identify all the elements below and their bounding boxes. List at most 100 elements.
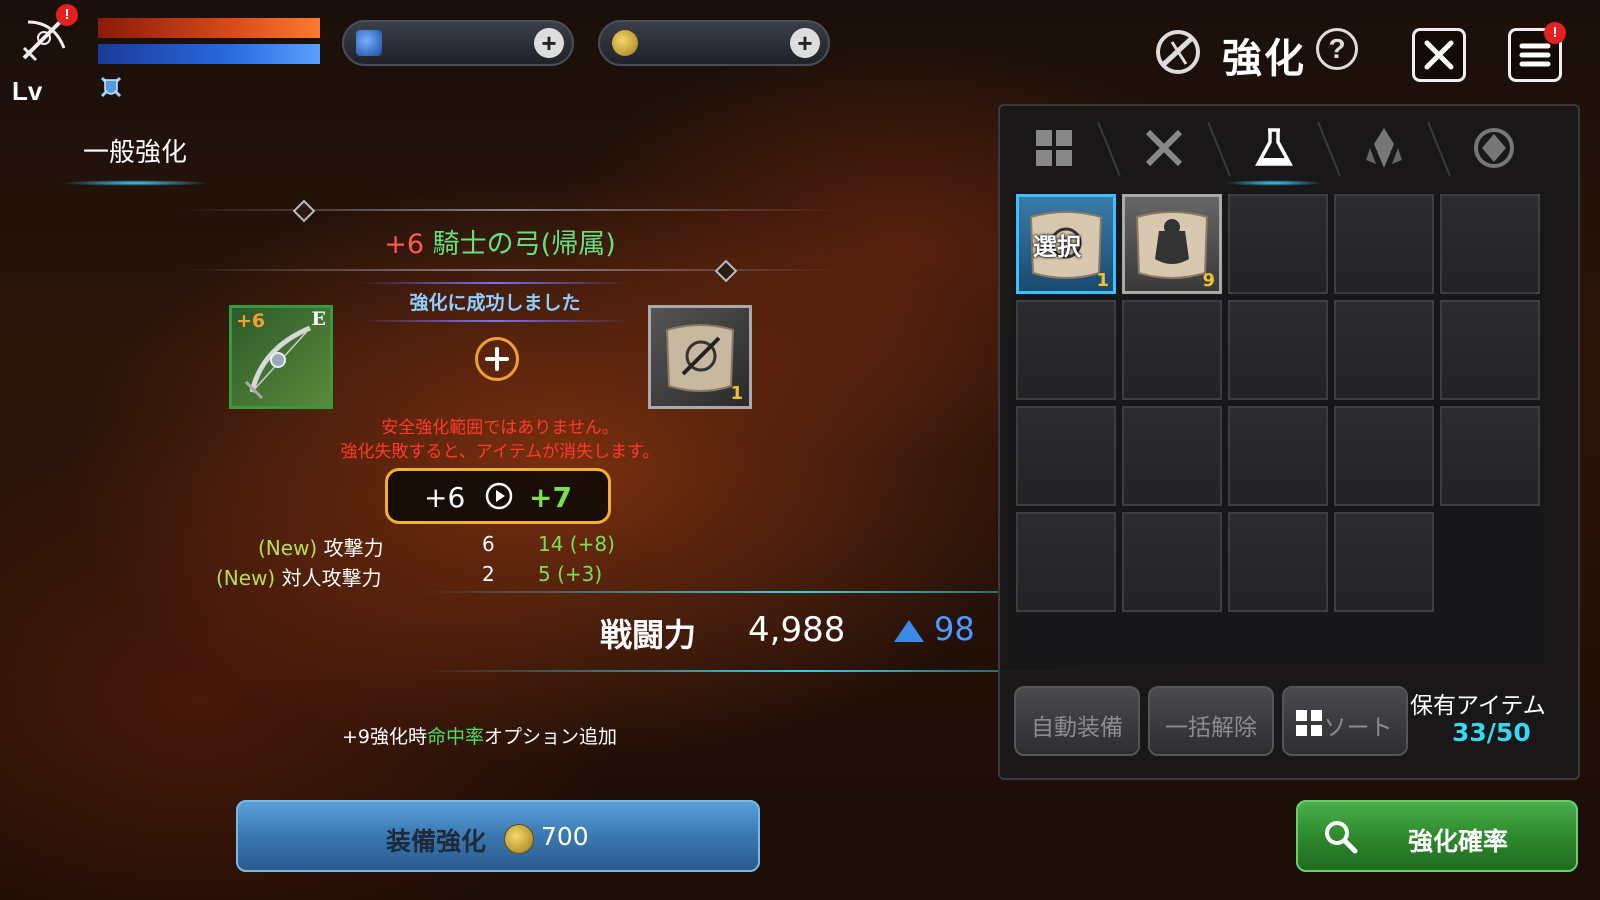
item-title: +6 騎士の弓(帰属) [300,222,700,261]
scroll-slot[interactable]: 1 [648,305,752,409]
divider [180,269,840,271]
auto-equip-button[interactable]: 自動装備 [1014,686,1140,756]
page-title: 強化 [1222,36,1306,82]
inventory-slot-empty[interactable] [1334,406,1434,506]
scroll-count: 1 [730,383,743,404]
sort-label: ソート [1323,715,1393,741]
inventory-slot-empty[interactable] [1440,300,1540,400]
gold-currency: + [598,20,830,66]
add-gold-button[interactable]: + [790,28,820,58]
inventory-slot-empty[interactable] [1334,512,1434,612]
item-level: +6 [384,229,425,260]
stat-name: 対人攻撃力 [281,566,382,590]
inventory-slot-empty[interactable] [1440,194,1540,294]
all-grid-icon[interactable] [1030,124,1078,172]
bonus-option-note: +9強化時命中率オプション追加 [342,722,617,749]
play-arrow-icon [485,482,513,510]
add-material-button[interactable] [475,337,519,381]
inventory-slot-empty[interactable] [1016,406,1116,506]
probability-label: 強化確率 [1408,827,1509,856]
increase-arrow-icon [894,620,924,642]
item-count: 9 [1202,270,1215,291]
inventory-slot-empty[interactable] [1016,512,1116,612]
crystal-icon[interactable] [1360,124,1408,172]
guild-shield-icon[interactable] [96,72,126,102]
bonus-suffix: オプション追加 [484,726,618,748]
bonus-highlight: 命中率 [427,726,485,748]
item-tag: 選択 [1033,233,1081,261]
enhance-title-icon [1150,24,1206,80]
combat-power-diff: 98 [934,610,975,648]
warning-line-2: 強化失敗すると、アイテムが消失します。 [340,442,660,462]
release-all-button[interactable]: 一括解除 [1148,686,1274,756]
inventory-slot-empty[interactable] [1334,194,1434,294]
level-to: +7 [529,481,572,514]
stat-next-value: 5 (+3) [538,562,603,586]
close-button[interactable] [1412,28,1466,82]
tab-separator [1097,121,1121,177]
help-button[interactable]: ? [1316,28,1358,70]
divider [180,209,840,211]
stat-new-tag: (New) [258,536,318,560]
stat-base-value: 2 [482,562,495,586]
search-icon [1325,821,1358,854]
inventory-slot-empty[interactable] [1228,512,1328,612]
tab-active-indicator [1224,180,1324,186]
gem-currency: + [342,20,574,66]
enhance-button-label: 装備強化 [386,827,487,856]
inventory-slot-empty[interactable] [1228,194,1328,294]
stat-base-value: 6 [482,532,495,556]
inventory-slot-empty[interactable] [1122,406,1222,506]
inventory-slot-empty[interactable] [1440,406,1540,506]
bonus-prefix: +9強化時 [342,726,428,748]
item-name: 騎士の弓(帰属) [432,229,616,260]
held-items-label: 保有アイテム [1410,693,1546,719]
item-count: 1 [1096,270,1109,291]
potion-icon[interactable] [1250,124,1298,172]
inventory-grid: 選択 1 9 [1012,192,1544,658]
menu-alert-badge: ! [1544,22,1566,44]
profile-alert-badge: ! [56,4,78,26]
divider-ornament [292,199,316,223]
inventory-slot[interactable]: 9 [1122,194,1222,294]
inventory-slot-empty[interactable] [1228,406,1328,506]
add-gem-button[interactable]: + [534,28,564,58]
tab-separator [1207,121,1231,177]
tab-active-indicator [60,180,210,186]
level-label: Lv [12,76,43,106]
divider-ornament [714,259,738,283]
sort-button[interactable]: ソート [1282,686,1408,756]
stat-row: (New) 攻撃力 [258,532,384,561]
mp-bar [98,44,320,64]
emblem-icon[interactable] [1470,124,1518,172]
held-items-count: 33/50 [1452,718,1531,747]
success-top-line [360,282,630,284]
success-bottom-line [360,320,630,322]
inventory-slot-empty[interactable] [1334,300,1434,400]
inventory-slot-empty[interactable] [1122,300,1222,400]
plus-icon [485,347,509,371]
warning-text: 安全強化範囲ではありません。 強化失敗すると、アイテムが消失します。 [260,416,740,464]
close-icon [1424,40,1454,70]
enhance-probability-button[interactable]: 強化確率 [1296,800,1578,872]
enhance-equipment-button[interactable]: 装備強化 700 [236,800,760,872]
inventory-slot[interactable]: 選択 1 [1016,194,1116,294]
blue-gem-icon [356,30,382,56]
success-message: 強化に成功しました [409,292,581,314]
inventory-slot-empty[interactable] [1122,512,1222,612]
stat-next-value: 14 (+8) [538,532,615,556]
stat-row: (New) 対人攻撃力 [216,562,382,591]
warning-line-1: 安全強化範囲ではありません。 [381,418,619,438]
tab-general-enhance[interactable]: 一般強化 [60,132,210,169]
hp-bar [98,18,320,38]
weapon-icon[interactable] [1140,124,1188,172]
inventory-tabs [1000,110,1578,190]
inventory-slot-empty[interactable] [1016,300,1116,400]
bow-icon [244,325,311,400]
tab-separator [1427,121,1451,177]
enhance-cost: 700 [541,822,589,851]
stat-new-tag: (New) [216,566,276,590]
target-item-slot[interactable]: +6 E [229,305,333,409]
inventory-slot-empty[interactable] [1228,300,1328,400]
auto-equip-label: 自動装備 [1031,715,1123,741]
